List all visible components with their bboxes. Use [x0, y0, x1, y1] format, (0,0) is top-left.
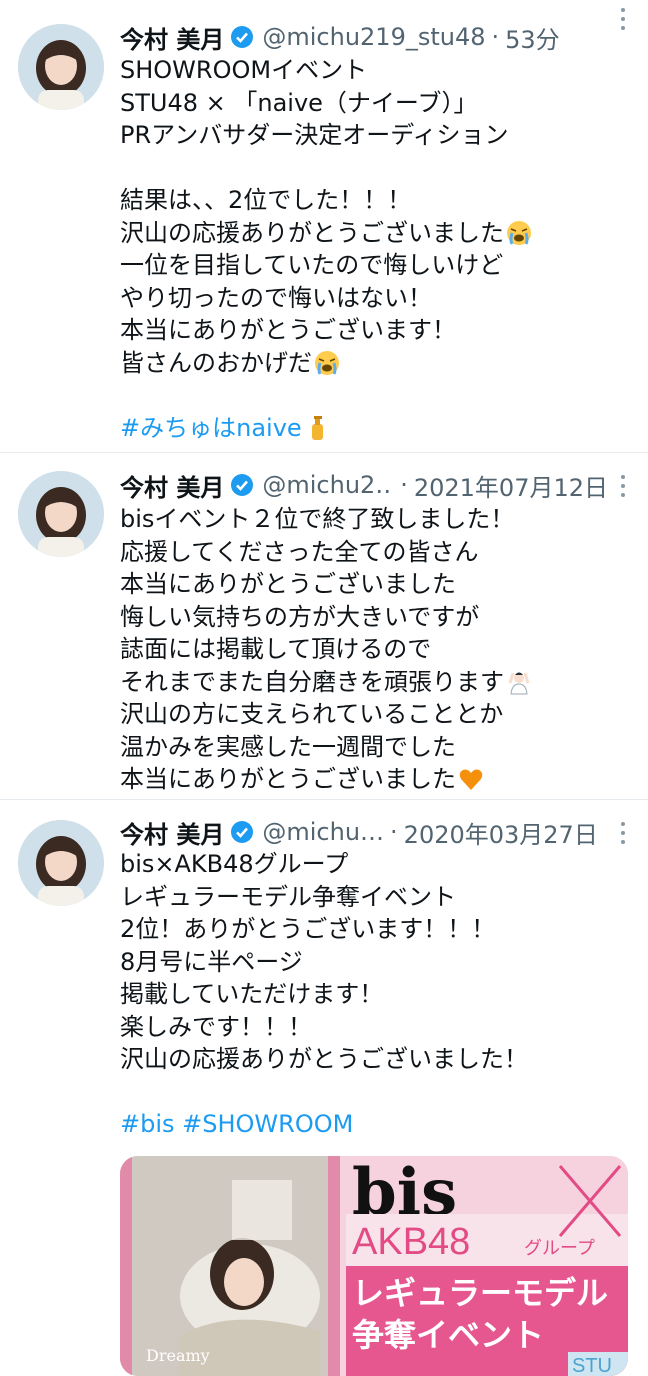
hashtag-link[interactable]: #bis #SHOWROOM — [120, 1110, 353, 1138]
tweet-line: それまでまた自分磨きを頑張ります — [120, 666, 628, 699]
avatar[interactable] — [18, 471, 104, 557]
tweet-line: STU48 × 「naive（ナイーブ）」 — [120, 88, 478, 117]
author-handle[interactable]: @michu2… — [262, 471, 394, 499]
tweet-line: 一位を目指していたので悔しいけど — [120, 251, 504, 279]
tweet-line: 悔しい気持ちの方が大きいですが — [120, 602, 480, 631]
media-corner-text: STU — [572, 1355, 612, 1376]
tweet-line: 楽しみです！！！ — [120, 1012, 312, 1041]
verified-badge-icon — [230, 25, 254, 49]
hashtag-link[interactable]: #みちゅはnaive — [120, 414, 302, 442]
tweet-line: 沢山の方に支えられていることとか — [120, 700, 504, 728]
tweet-line: 皆さんのおかげだ — [120, 347, 628, 380]
tweet-line: 誌面には掲載して頂けるので — [120, 635, 432, 663]
crying-emoji-icon — [506, 220, 532, 246]
hashtag-line: #みちゅはnaive — [120, 412, 628, 445]
tweet-line: 沢山の応援ありがとうございました — [120, 217, 628, 250]
timestamp[interactable]: 2020年03月27日 — [404, 815, 598, 850]
tweet-1[interactable]: 今村 美月 @michu219_stu48 · 53分 SHOWROOMイベント… — [0, 0, 648, 452]
tweet-line: 8月号に半ページ — [120, 947, 303, 976]
author-handle[interactable]: @michu… — [262, 818, 384, 846]
author-name[interactable]: 今村 美月 — [120, 815, 224, 850]
tweet-line: bis×AKB48グループ — [120, 850, 349, 878]
timestamp[interactable]: 2021年07月12日 — [414, 468, 608, 503]
media-image[interactable]: Dreamy bis AKB48 グループ レギュラーモデル 争奪イベント ST… — [120, 1156, 628, 1376]
media-title-event: 争奪イベント — [352, 1317, 544, 1353]
timestamp[interactable]: 53分 — [505, 20, 560, 55]
avatar[interactable] — [18, 24, 104, 110]
cover-text: Dreamy — [146, 1346, 210, 1365]
tweet-line: PRアンバサダー決定オーディション — [120, 121, 509, 149]
tweet-line: 温かみを実感した一週間でした — [120, 732, 456, 761]
avatar[interactable] — [18, 820, 104, 906]
tweet-line: レギュラーモデル争奪イベント — [120, 882, 456, 911]
author-handle[interactable]: @michu219_stu48 — [262, 23, 485, 51]
tweet-text: bisイベント２位で終了致しました！ 応援してくださった全ての皆さん 本当にあり… — [120, 503, 628, 796]
more-icon[interactable] — [620, 475, 626, 499]
tweet-line: SHOWROOMイベント — [120, 56, 368, 84]
tweet-2[interactable]: 今村 美月 @michu2… · 2021年07月12日 bisイベント２位で終… — [0, 453, 648, 799]
crying-emoji-icon — [314, 350, 340, 376]
verified-badge-icon — [230, 820, 254, 844]
tweet-line: 掲載していただけます！ — [120, 980, 384, 1008]
media-title-regular-model: レギュラーモデル — [352, 1275, 608, 1311]
media-title-group: グループ — [524, 1238, 595, 1258]
tweet-line: 2位！ありがとうございます！！！ — [120, 915, 496, 943]
tweet-text: SHOWROOMイベント STU48 × 「naive（ナイーブ）」 PRアンバ… — [120, 54, 628, 444]
media-title-akb48: AKB48 — [352, 1221, 470, 1263]
separator-dot: · — [491, 23, 500, 51]
tweet-line: bisイベント２位で終了致しました！ — [120, 505, 515, 533]
tweet-line: やり切ったので悔いはない！ — [120, 283, 432, 312]
tweet-line: 応援してくださった全ての皆さん — [120, 537, 479, 566]
tweet-line: 本当にありがとうございました — [120, 570, 456, 598]
person-raising-hand-emoji-icon — [506, 669, 532, 695]
tweet-line: 結果は、、2位でした！！！ — [120, 186, 412, 214]
more-icon[interactable] — [620, 822, 626, 846]
tweet-line: 沢山の応援ありがとうございました！ — [120, 1045, 528, 1073]
more-icon[interactable] — [620, 8, 626, 32]
tweet-line: 本当にありがとうございます！ — [120, 316, 456, 344]
lotion-bottle-emoji-icon — [304, 415, 330, 441]
author-name[interactable]: 今村 美月 — [120, 468, 224, 503]
orange-heart-emoji-icon — [458, 766, 484, 792]
separator-dot: · — [390, 818, 398, 846]
tweet-line: 本当にありがとうございました — [120, 763, 628, 796]
verified-badge-icon — [230, 473, 254, 497]
hashtag-line: #bis #SHOWROOM — [120, 1108, 628, 1141]
separator-dot: · — [400, 471, 408, 499]
author-name[interactable]: 今村 美月 — [120, 20, 224, 55]
tweet-text: bis×AKB48グループ レギュラーモデル争奪イベント 2位！ありがとうござい… — [120, 848, 628, 1141]
tweet-3[interactable]: 今村 美月 @michu… · 2020年03月27日 bis×AKB48グルー… — [0, 800, 648, 1376]
